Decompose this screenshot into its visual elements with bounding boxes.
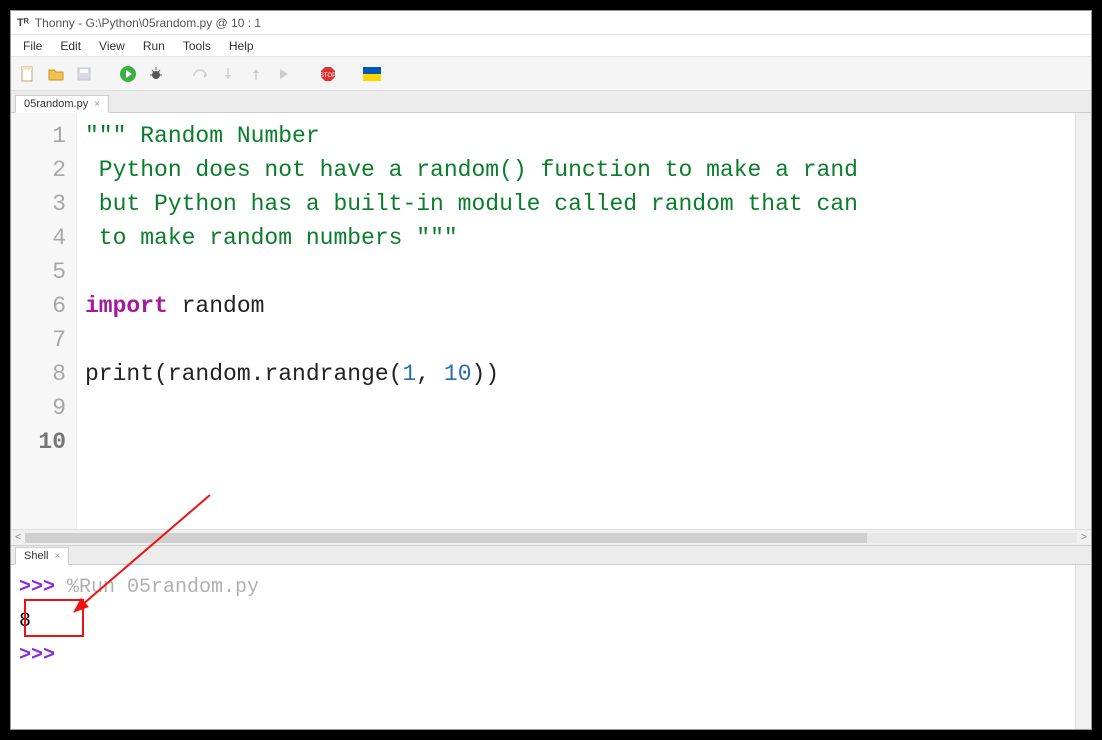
shell-output: 8 — [19, 610, 31, 633]
new-file-icon — [20, 66, 36, 82]
menu-view[interactable]: View — [91, 37, 133, 55]
svg-text:STOP: STOP — [320, 73, 336, 79]
shell-panel[interactable]: >>> %Run 05random.py 8 >>> — [11, 565, 1091, 729]
code-editor[interactable]: 12345 678910 """ Random Number Python do… — [11, 113, 1091, 529]
shell-prompt: >>> — [19, 576, 55, 599]
thonny-window: Tᴿ Thonny - G:\Python\05random.py @ 10 :… — [10, 10, 1092, 730]
step-into-button[interactable] — [217, 63, 239, 85]
resume-button[interactable] — [273, 63, 295, 85]
app-logo-icon: Tᴿ — [17, 17, 29, 29]
titlebar: Tᴿ Thonny - G:\Python\05random.py @ 10 :… — [11, 11, 1091, 35]
editor-tabbar: 05random.py × — [11, 91, 1091, 113]
menu-run[interactable]: Run — [135, 37, 173, 55]
shell-tab-label: Shell — [24, 550, 48, 562]
step-over-button[interactable] — [189, 63, 211, 85]
scroll-right-icon[interactable]: > — [1081, 532, 1087, 543]
editor-vertical-scrollbar[interactable] — [1075, 113, 1091, 529]
stop-button[interactable]: STOP — [317, 63, 339, 85]
menu-help[interactable]: Help — [221, 37, 262, 55]
step-out-button[interactable] — [245, 63, 267, 85]
resume-icon — [276, 66, 292, 82]
save-file-icon — [76, 66, 92, 82]
new-file-button[interactable] — [17, 63, 39, 85]
toolbar: STOP — [11, 57, 1091, 91]
line-gutter: 12345 678910 — [11, 113, 77, 529]
step-into-icon — [220, 66, 236, 82]
shell-tabbar: Shell × — [11, 545, 1091, 565]
window-title: Thonny - G:\Python\05random.py @ 10 : 1 — [35, 16, 261, 30]
scroll-thumb[interactable] — [25, 533, 867, 543]
editor-horizontal-scrollbar[interactable]: < > — [11, 529, 1091, 545]
menu-file[interactable]: File — [15, 37, 50, 55]
run-button[interactable] — [117, 63, 139, 85]
debug-icon — [148, 66, 164, 82]
menubar: File Edit View Run Tools Help — [11, 35, 1091, 57]
menu-tools[interactable]: Tools — [175, 37, 219, 55]
code-area[interactable]: """ Random Number Python does not have a… — [77, 113, 1075, 529]
shell-run-command: %Run 05random.py — [67, 576, 259, 599]
shell-prompt: >>> — [19, 644, 55, 667]
flag-icon — [363, 67, 381, 81]
open-file-icon — [48, 66, 64, 82]
step-over-icon — [192, 66, 208, 82]
editor-tab[interactable]: 05random.py × — [15, 95, 109, 113]
menu-edit[interactable]: Edit — [52, 37, 89, 55]
close-icon[interactable]: × — [94, 99, 100, 110]
scroll-left-icon[interactable]: < — [15, 532, 21, 543]
step-out-icon — [248, 66, 264, 82]
shell-tab[interactable]: Shell × — [15, 547, 69, 565]
shell-vertical-scrollbar[interactable] — [1075, 565, 1091, 729]
close-icon[interactable]: × — [54, 551, 60, 562]
open-file-button[interactable] — [45, 63, 67, 85]
scroll-track[interactable] — [25, 533, 1077, 543]
ukraine-flag-button[interactable] — [361, 63, 383, 85]
run-icon — [119, 65, 137, 83]
stop-icon: STOP — [319, 65, 337, 83]
debug-button[interactable] — [145, 63, 167, 85]
save-file-button[interactable] — [73, 63, 95, 85]
editor-tab-label: 05random.py — [24, 98, 88, 110]
